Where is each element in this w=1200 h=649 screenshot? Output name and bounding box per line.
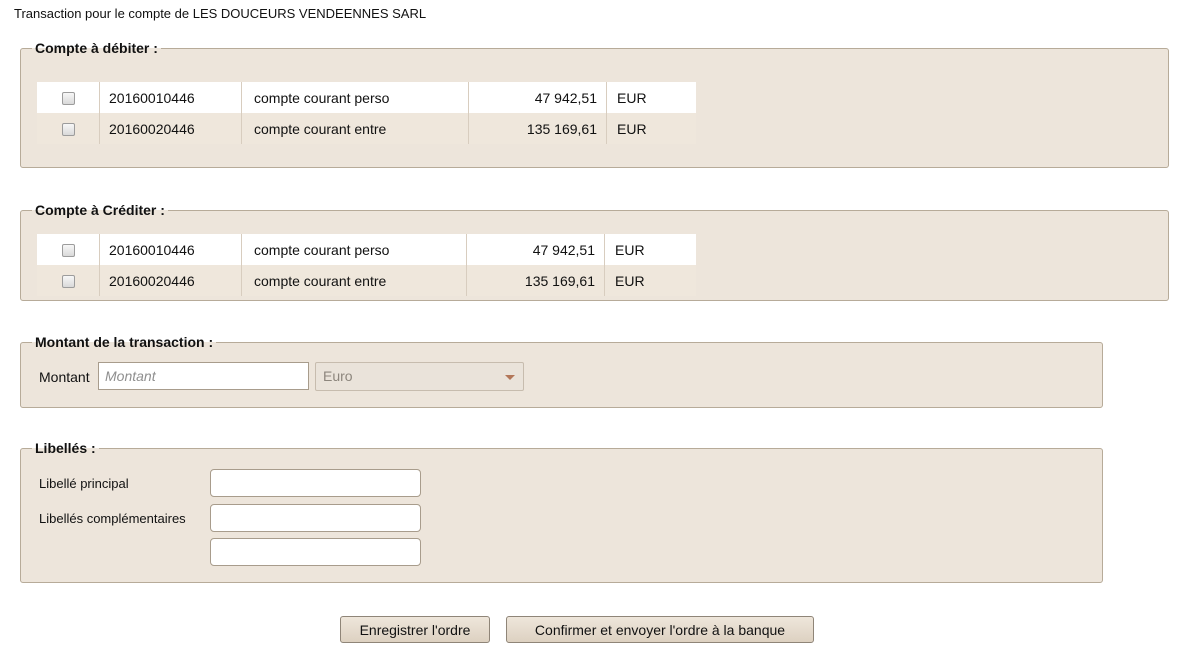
account-number: 20160020446 — [99, 265, 242, 296]
labels-panel: Libellés : Libellé principal Libellés co… — [20, 440, 1103, 583]
save-order-button[interactable]: Enregistrer l'ordre — [340, 616, 490, 643]
debit-legend: Compte à débiter : — [35, 40, 158, 56]
account-label: compte courant perso — [241, 234, 467, 265]
currency-select[interactable]: Euro — [315, 362, 524, 391]
table-row[interactable]: 20160020446 compte courant entre 135 169… — [37, 113, 696, 144]
account-currency: EUR — [604, 234, 696, 265]
account-currency: EUR — [604, 265, 696, 296]
amount-label: Montant — [39, 369, 90, 385]
account-balance: 47 942,51 — [468, 82, 607, 113]
currency-select-value: Euro — [323, 368, 353, 384]
labels-legend: Libellés : — [35, 440, 96, 456]
account-balance: 47 942,51 — [466, 234, 605, 265]
account-currency: EUR — [606, 82, 696, 113]
account-currency: EUR — [606, 113, 696, 144]
table-row[interactable]: 20160020446 compte courant entre 135 169… — [37, 265, 696, 296]
amount-panel: Montant de la transaction : Montant Euro — [20, 334, 1103, 408]
page-title: Transaction pour le compte de LES DOUCEU… — [14, 6, 427, 21]
account-number: 20160010446 — [99, 234, 242, 265]
confirm-send-button[interactable]: Confirmer et envoyer l'ordre à la banque — [506, 616, 814, 643]
debit-account-table: 20160010446 compte courant perso 47 942,… — [37, 82, 696, 144]
chevron-down-icon — [505, 375, 515, 380]
account-number: 20160010446 — [99, 82, 242, 113]
account-label: compte courant entre — [241, 265, 467, 296]
main-label-input[interactable] — [210, 469, 421, 497]
debit-row-2-checkbox[interactable] — [61, 123, 75, 137]
credit-row-2-checkbox[interactable] — [61, 275, 75, 289]
account-balance: 135 169,61 — [466, 265, 605, 296]
table-row[interactable]: 20160010446 compte courant perso 47 942,… — [37, 82, 696, 113]
credit-legend: Compte à Créditer : — [35, 202, 165, 218]
main-label-caption: Libellé principal — [39, 476, 129, 491]
table-row[interactable]: 20160010446 compte courant perso 47 942,… — [37, 234, 696, 265]
credit-account-table: 20160010446 compte courant perso 47 942,… — [37, 234, 696, 296]
credit-account-panel: Compte à Créditer : 20160010446 compte c… — [20, 202, 1169, 301]
extra-label-input-1[interactable] — [210, 504, 421, 532]
credit-row-1-checkbox[interactable] — [61, 244, 75, 258]
debit-account-panel: Compte à débiter : 20160010446 compte co… — [20, 40, 1169, 168]
extra-labels-caption: Libellés complémentaires — [39, 511, 186, 526]
amount-input[interactable] — [98, 362, 309, 390]
account-label: compte courant entre — [241, 113, 469, 144]
debit-row-1-checkbox[interactable] — [61, 92, 75, 106]
extra-label-input-2[interactable] — [210, 538, 421, 566]
amount-legend: Montant de la transaction : — [35, 334, 214, 350]
account-number: 20160020446 — [99, 113, 242, 144]
account-balance: 135 169,61 — [468, 113, 607, 144]
account-label: compte courant perso — [241, 82, 469, 113]
